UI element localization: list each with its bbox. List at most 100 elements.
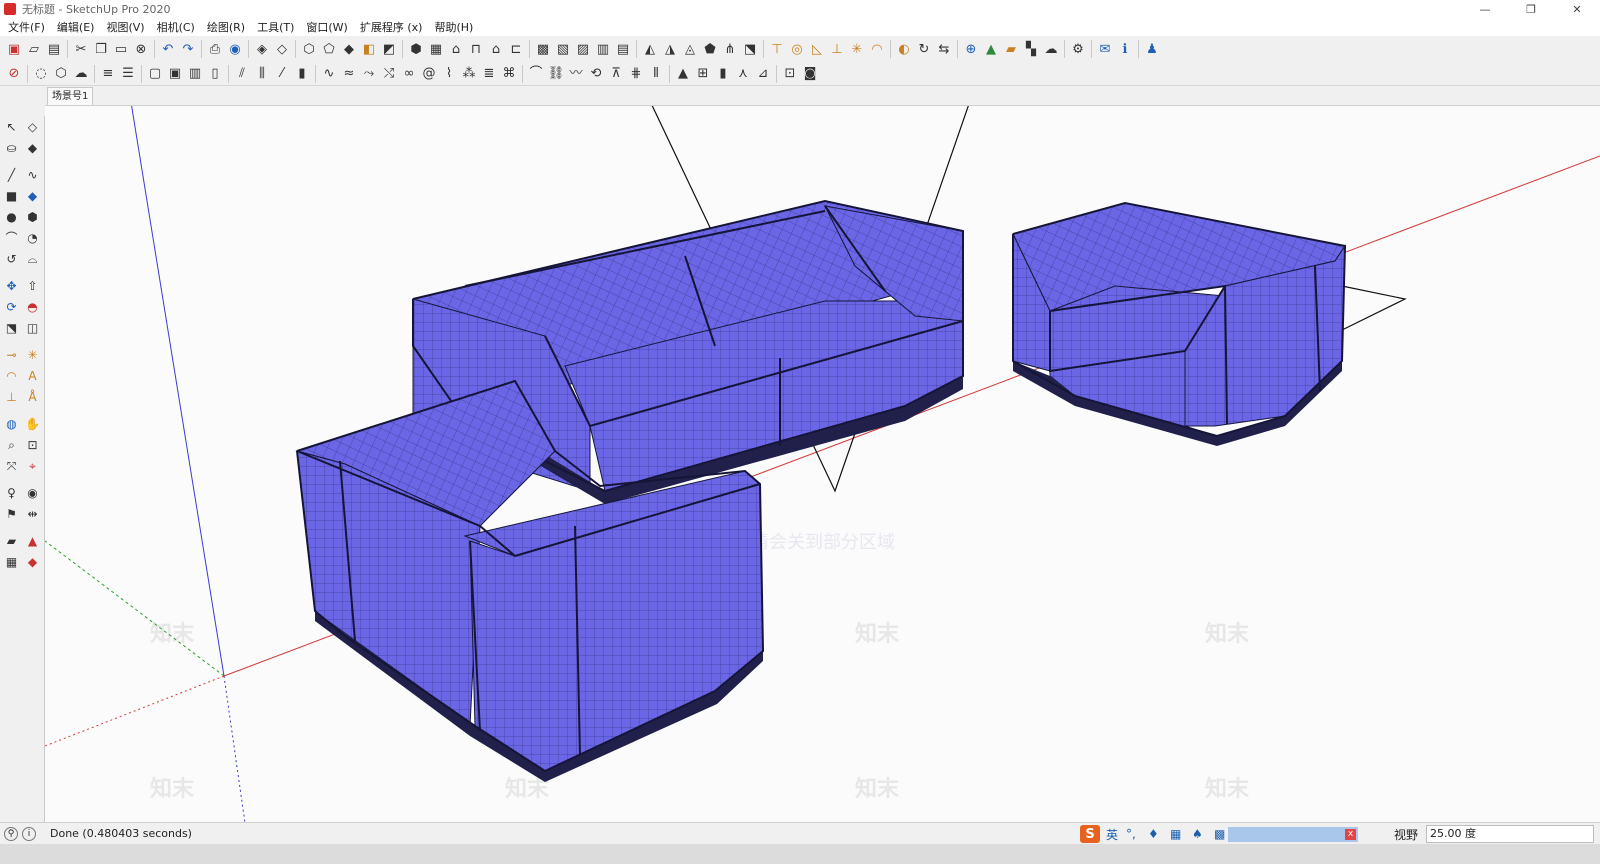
punctuation-icon[interactable]: °,	[1126, 827, 1140, 841]
dots-icon[interactable]: ⁂	[459, 64, 479, 84]
menu-item[interactable]: 帮助(H)	[428, 19, 479, 35]
monochrome-icon[interactable]: ◩	[379, 39, 399, 59]
menu-item[interactable]: 绘图(R)	[201, 19, 251, 35]
position-camera-icon[interactable]: ♀	[1, 482, 22, 503]
align-icon[interactable]: ≡	[98, 64, 118, 84]
eraser-pink-icon[interactable]: ◆	[22, 137, 43, 158]
ime-logo[interactable]: S	[1080, 825, 1100, 843]
eraser-icon[interactable]: ◇	[22, 116, 43, 137]
ime-language[interactable]: 英	[1106, 826, 1118, 843]
orbit-icon[interactable]: ◍	[1, 413, 22, 434]
spiral-icon[interactable]: @	[419, 64, 439, 84]
sandbox-red-icon[interactable]: ▲	[22, 530, 43, 551]
right-icon[interactable]: ⊓	[466, 39, 486, 59]
sandbox-scratch-icon[interactable]: ◮	[660, 39, 680, 59]
cloud-icon[interactable]: ☁	[1041, 39, 1061, 59]
stair-icon[interactable]: ⫽	[232, 64, 252, 84]
left-icon[interactable]: ⊏	[506, 39, 526, 59]
info-icon[interactable]: i	[22, 826, 36, 841]
warehouse-icon[interactable]: ◐	[894, 39, 914, 59]
chain-icon[interactable]: ⛓	[546, 64, 566, 84]
cube-icon[interactable]: ▮	[713, 64, 733, 84]
spin-icon[interactable]: ⟲	[586, 64, 606, 84]
solid-trim-icon[interactable]: ▤	[613, 39, 633, 59]
follow-me-icon[interactable]: ◓	[22, 296, 43, 317]
spiral-arc-icon[interactable]: ↺	[1, 248, 22, 269]
print-icon[interactable]: ⎙	[205, 39, 225, 59]
zoom-icon[interactable]: ⌕	[1, 434, 22, 455]
figure-icon[interactable]: ⋏	[733, 64, 753, 84]
window-icon[interactable]: ▢	[145, 64, 165, 84]
menu-item[interactable]: 视图(V)	[100, 19, 150, 35]
polygon-icon[interactable]: ⬢	[22, 206, 43, 227]
measurements-input[interactable]: 25.00 度	[1426, 825, 1594, 843]
arc-icon[interactable]: ⌒	[526, 64, 546, 84]
section-icon[interactable]: ⇹	[22, 503, 43, 524]
erase-icon[interactable]: ⊗	[131, 39, 151, 59]
layout-icon[interactable]: ⇆	[934, 39, 954, 59]
rail-icon[interactable]: ⫼	[252, 64, 272, 84]
info-icon[interactable]: ℹ	[1115, 39, 1135, 59]
close-button[interactable]: ✕	[1554, 0, 1600, 18]
geolocation-icon[interactable]: ⚲	[4, 826, 18, 841]
arc-icon[interactable]: ⌒	[1, 227, 22, 248]
open-icon[interactable]: ▱	[24, 39, 44, 59]
look-around-icon[interactable]: ◉	[22, 482, 43, 503]
circle-icon[interactable]: ●	[1, 206, 22, 227]
brush-icon[interactable]: ⊿	[753, 64, 773, 84]
maximize-button[interactable]: ❐	[1508, 0, 1554, 18]
solid-union-icon[interactable]: ▨	[573, 39, 593, 59]
rotate-icon[interactable]: ⟳	[1, 296, 22, 317]
sandbox-contour-icon[interactable]: ◭	[640, 39, 660, 59]
terrain-icon[interactable]: ▲	[981, 39, 1001, 59]
move-icon[interactable]: ✥	[1, 275, 22, 296]
zoom-window-icon[interactable]: ⊡	[22, 434, 43, 455]
extension-icon[interactable]: ↻	[914, 39, 934, 59]
checker-icon[interactable]: ▚	[1021, 39, 1041, 59]
model-info-icon[interactable]: ◉	[225, 39, 245, 59]
triangle-icon[interactable]: ▲	[673, 64, 693, 84]
curve-icon[interactable]: ∿	[319, 64, 339, 84]
component-icon[interactable]: ▩	[533, 39, 553, 59]
tape-icon[interactable]: ⊸	[1, 344, 22, 365]
column-icon[interactable]: ⫴	[646, 64, 666, 84]
protractor-icon[interactable]: ◠	[1, 365, 22, 386]
frame-icon[interactable]: ▣	[165, 64, 185, 84]
section-cut-icon[interactable]: ◺	[807, 39, 827, 59]
twist-icon[interactable]: ⤭	[379, 64, 399, 84]
wave-icon[interactable]: 〰	[566, 64, 586, 84]
select-all-icon[interactable]: ⊘	[4, 64, 24, 84]
model-viewport[interactable]: 知末 知末 知末 知末 知末 知末 知末 知末 水印保护区，此请会关到部分区域 …	[45, 105, 1600, 822]
minimize-button[interactable]: —	[1462, 0, 1508, 18]
wireframe-icon[interactable]: ⬡	[299, 39, 319, 59]
new-icon[interactable]: ▣	[4, 39, 24, 59]
lasso-icon[interactable]: ◌	[31, 64, 51, 84]
protractor-icon[interactable]: ◠	[867, 39, 887, 59]
menu-item[interactable]: 扩展程序 (x)	[354, 19, 429, 35]
top-icon[interactable]: ▦	[426, 39, 446, 59]
cut-icon[interactable]: ✂	[71, 39, 91, 59]
copy-icon[interactable]: ❐	[91, 39, 111, 59]
panel-icon[interactable]: ▥	[185, 64, 205, 84]
menu-item[interactable]: 工具(T)	[251, 19, 300, 35]
iso-icon[interactable]: ⬢	[406, 39, 426, 59]
sandbox-stamp-icon[interactable]: ⬟	[700, 39, 720, 59]
sphere-icon[interactable]: ◙	[800, 64, 820, 84]
menu-item[interactable]: 相机(C)	[151, 19, 201, 35]
sandbox-icon[interactable]: ▰	[1, 530, 22, 551]
previous-view-icon[interactable]: ⌖	[22, 455, 43, 476]
wire-icon[interactable]: ⌇	[439, 64, 459, 84]
redo-icon[interactable]: ↷	[178, 39, 198, 59]
knot-icon[interactable]: ⌘	[499, 64, 519, 84]
rectangle-icon[interactable]: ■	[1, 185, 22, 206]
shaded-icon[interactable]: ◆	[339, 39, 359, 59]
sandbox-detail-icon[interactable]: ⬔	[740, 39, 760, 59]
textured-icon[interactable]: ◧	[359, 39, 379, 59]
backedge-icon[interactable]: ◇	[272, 39, 292, 59]
offset-icon[interactable]: ◫	[22, 317, 43, 338]
back-icon[interactable]: ⌂	[486, 39, 506, 59]
mail-icon[interactable]: ✉	[1095, 39, 1115, 59]
menu-item[interactable]: 文件(F)	[2, 19, 51, 35]
settings-icon[interactable]: ⚙	[1068, 39, 1088, 59]
axes-icon[interactable]: ⊥	[1, 386, 22, 407]
